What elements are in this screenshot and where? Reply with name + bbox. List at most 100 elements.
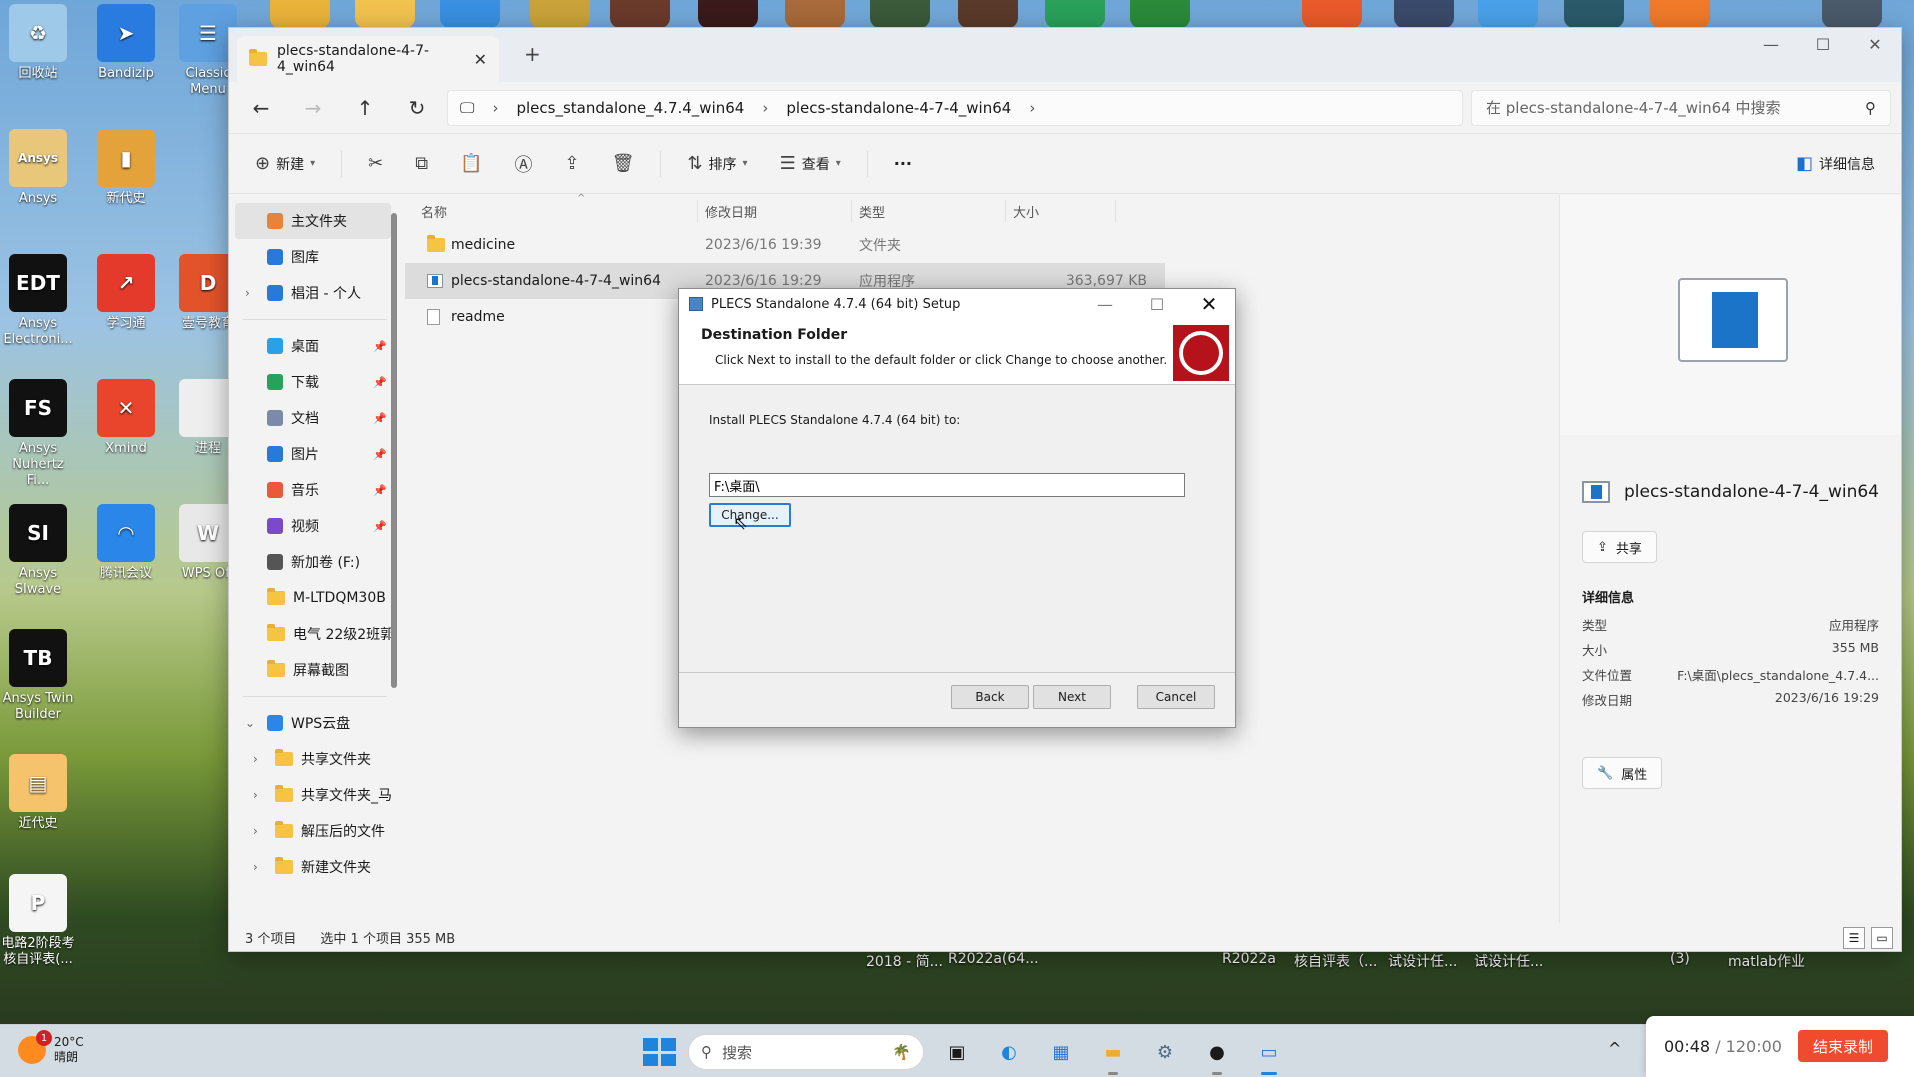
delete-button[interactable]: 🗑 — [606, 149, 641, 178]
sidebar-item[interactable]: › 解压后的文件 — [229, 813, 397, 849]
paste-button[interactable]: 📋 — [454, 149, 488, 178]
sidebar-item[interactable]: › 新建文件夹 — [229, 849, 397, 885]
edge-icon[interactable]: ◐ — [990, 1033, 1028, 1071]
desktop-app-icon[interactable] — [1394, 0, 1454, 28]
cancel-button[interactable]: Cancel — [1137, 685, 1215, 709]
chevron-right-icon[interactable]: › — [253, 788, 258, 802]
maximize-button[interactable]: ☐ — [1797, 28, 1849, 60]
desktop-shortcut[interactable]: ▤ 近代史 — [0, 754, 76, 832]
desktop-label[interactable]: R2022a — [1222, 951, 1276, 967]
desktop-shortcut[interactable]: ➤ Bandizip — [88, 4, 164, 82]
properties-button[interactable]: 🔧 属性 — [1582, 757, 1663, 789]
chevron-down-icon[interactable]: ⌄ — [245, 716, 255, 730]
taskbar-search[interactable]: ⚲ 搜索 🌴 — [688, 1034, 924, 1070]
desktop-shortcut[interactable]: ✕ Xmind — [88, 379, 164, 457]
refresh-button[interactable]: ↻ — [395, 90, 439, 126]
desktop-label[interactable]: 试设计任... — [1474, 951, 1543, 971]
sidebar-item[interactable]: 主文件夹 — [235, 203, 391, 239]
desktop-app-icon[interactable] — [440, 0, 500, 28]
desktop-app-icon[interactable] — [1564, 0, 1624, 28]
sidebar-item[interactable]: ⌄ WPS云盘 — [229, 705, 397, 741]
qq-icon[interactable]: ● — [1198, 1033, 1236, 1075]
desktop-app-icon[interactable] — [870, 0, 930, 28]
desktop-shortcut[interactable]: P 电路2阶段考核自评表(... — [0, 874, 76, 968]
desktop-app-icon[interactable] — [1822, 0, 1882, 28]
desktop-shortcut[interactable]: ▮ 新代史 — [88, 129, 164, 207]
explorer-tab[interactable]: plecs-standalone-4-7-4_win64 ✕ — [237, 36, 499, 82]
end-recording-button[interactable]: 结束录制 — [1798, 1030, 1888, 1062]
new-button[interactable]: ⊕ 新建 ▾ — [249, 149, 321, 178]
chevron-right-icon[interactable]: › — [253, 752, 258, 766]
sort-button[interactable]: ⇅ 排序 ▾ — [681, 149, 753, 178]
sidebar-item[interactable]: › 共享文件夹_马 — [229, 777, 397, 813]
cut-button[interactable]: ✂ — [362, 149, 389, 178]
column-header-size[interactable]: 大小 — [1013, 202, 1039, 221]
installer-taskbar-icon[interactable]: ▭ — [1250, 1033, 1288, 1075]
desktop-app-icon[interactable] — [958, 0, 1018, 28]
start-button[interactable] — [640, 1035, 676, 1069]
desktop-label[interactable]: (3) — [1670, 951, 1690, 967]
file-explorer-icon[interactable]: ▬ — [1094, 1033, 1132, 1075]
share-button[interactable]: ⇪ 共享 — [1582, 531, 1657, 563]
sidebar-item[interactable]: 图库 — [229, 239, 397, 275]
weather-widget[interactable]: 1 20°C 晴朗 — [18, 1030, 84, 1065]
sidebar-item[interactable]: 视频 📌 — [229, 508, 397, 544]
chevron-up-icon[interactable]: ^ — [1608, 1039, 1621, 1058]
desktop-shortcut[interactable]: Ansys Ansys — [0, 129, 76, 207]
new-tab-button[interactable]: + — [524, 42, 541, 66]
change-button[interactable]: Change... — [709, 503, 791, 527]
copy-button[interactable]: ⧉ — [409, 149, 434, 178]
column-header-date[interactable]: 修改日期 — [705, 202, 757, 221]
forward-button[interactable]: → — [291, 90, 335, 126]
sidebar-item[interactable]: › 共享文件夹 — [229, 741, 397, 777]
sidebar-scrollbar[interactable] — [391, 213, 397, 688]
column-header-type[interactable]: 类型 — [859, 202, 885, 221]
sidebar-item[interactable]: 下载 📌 — [229, 364, 397, 400]
desktop-shortcut[interactable]: ♻ 回收站 — [0, 4, 76, 82]
sidebar-item[interactable]: 屏幕截图 — [229, 652, 397, 688]
desktop-shortcut[interactable]: FS Ansys Nuhertz Fi... — [0, 379, 76, 489]
desktop-folder-icon[interactable] — [270, 0, 330, 28]
desktop-shortcut[interactable]: EDT Ansys Electroni... — [0, 254, 76, 348]
desktop-app-icon[interactable] — [1478, 0, 1538, 28]
desktop-app-icon[interactable] — [610, 0, 670, 28]
breadcrumb-item[interactable]: plecs-standalone-4-7-4_win64 — [786, 99, 1011, 117]
chevron-right-icon[interactable]: › — [253, 860, 258, 874]
sidebar-item[interactable]: 音乐 📌 — [229, 472, 397, 508]
desktop-label[interactable]: 试设计任... — [1388, 951, 1457, 971]
close-button[interactable]: ✕ — [1849, 28, 1901, 60]
desktop-shortcut[interactable]: SI Ansys SIwave — [0, 504, 76, 598]
chevron-right-icon[interactable]: › — [245, 286, 250, 300]
sidebar-item[interactable]: 新加卷 (F:) — [229, 544, 397, 580]
install-path-field[interactable] — [709, 473, 1185, 497]
desktop-shortcut[interactable]: ◠ 腾讯会议 — [88, 504, 164, 582]
chevron-right-icon[interactable]: › — [253, 824, 258, 838]
share-button[interactable]: ⇪ — [559, 149, 586, 178]
desktop-app-icon[interactable] — [785, 0, 845, 28]
desktop-folder-icon[interactable] — [355, 0, 415, 28]
back-button[interactable]: ← — [239, 90, 283, 126]
up-button[interactable]: ↑ — [343, 90, 387, 126]
maximize-button[interactable]: ☐ — [1131, 289, 1183, 319]
close-button[interactable]: ✕ — [1183, 289, 1235, 319]
close-tab-icon[interactable]: ✕ — [474, 50, 487, 69]
breadcrumb-item[interactable]: plecs_standalone_4.7.4_win64 — [516, 99, 744, 117]
desktop-app-icon[interactable] — [1045, 0, 1105, 28]
desktop-app-icon[interactable] — [1302, 0, 1362, 28]
more-button[interactable]: ··· — [888, 150, 918, 177]
desktop-label[interactable]: matlab作业 — [1728, 951, 1805, 971]
settings-icon[interactable]: ⚙ — [1146, 1033, 1184, 1071]
sidebar-item[interactable]: 桌面 📌 — [229, 328, 397, 364]
view-button[interactable]: ☰ 查看 ▾ — [774, 149, 847, 178]
file-row[interactable]: medicine 2023/6/16 19:39 文件夹 — [405, 227, 1213, 263]
rename-button[interactable]: Ⓐ — [509, 147, 539, 181]
desktop-shortcut[interactable]: ↗ 学习通 — [88, 254, 164, 332]
desktop-label[interactable]: R2022a(64... — [948, 951, 1039, 967]
desktop-app-icon[interactable] — [1130, 0, 1190, 28]
sidebar-item[interactable]: 图片 📌 — [229, 436, 397, 472]
task-view-icon[interactable]: ▣ — [938, 1033, 976, 1071]
desktop-app-icon[interactable] — [1650, 0, 1710, 28]
desktop-label[interactable]: 核自评表（... — [1294, 951, 1377, 971]
sidebar-item[interactable]: 电气 22级2班郭 — [229, 616, 397, 652]
desktop-shortcut[interactable]: TB Ansys Twin Builder — [0, 629, 76, 723]
